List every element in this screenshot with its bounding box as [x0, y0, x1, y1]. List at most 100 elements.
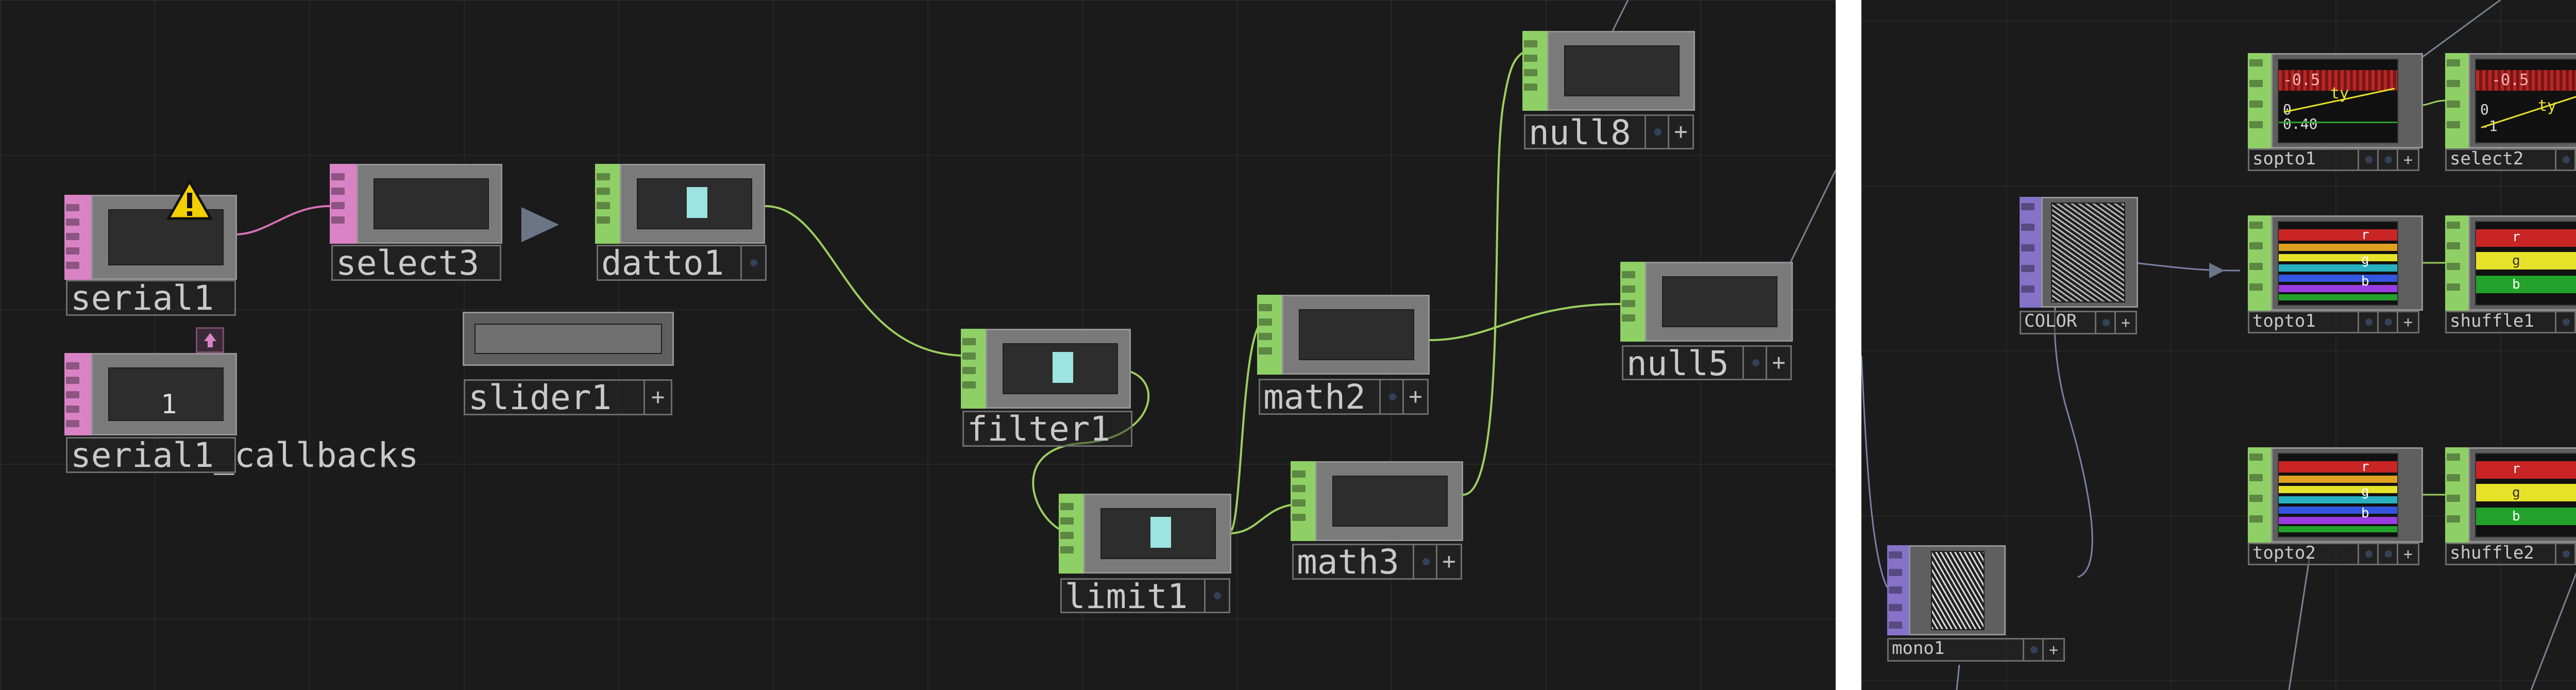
serial1-callbacks-label[interactable]: serial1_callbacks: [66, 437, 419, 473]
math3-add-button[interactable]: +: [1436, 545, 1461, 578]
topto1-viewer-toggle[interactable]: [2358, 312, 2379, 332]
wire-math3-null8[interactable]: [1463, 51, 1526, 496]
sopto1-node[interactable]: -0.5 ty 0 0.40: [2248, 53, 2423, 148]
topto2-label[interactable]: topto2 +: [2248, 543, 2419, 565]
select2-node[interactable]: -0.5 ty 0 -1: [2445, 53, 2576, 148]
wire-top-out[interactable]: [2422, 0, 2501, 58]
right-network-editor[interactable]: COLOR + mono1 + -0.5 ty 0 0.40 sopto1 + …: [1861, 0, 2576, 690]
shuffle1-viewer-toggle[interactable]: [2555, 312, 2576, 332]
mono1-add-button[interactable]: +: [2042, 639, 2063, 660]
topto1-node[interactable]: r g b: [2248, 215, 2423, 311]
topto2-viewer-toggle[interactable]: [2358, 544, 2379, 564]
wire-null5-out[interactable]: [1787, 170, 1836, 268]
left-network-editor[interactable]: serial1 1 serial1_callbacks select3 slid…: [0, 0, 1836, 690]
select3-label[interactable]: select3: [331, 245, 501, 281]
select3-node[interactable]: [330, 164, 502, 244]
topto2-node[interactable]: r g b: [2248, 447, 2423, 543]
select2-viewer-toggle[interactable]: [2555, 150, 2576, 170]
topto1-add-button[interactable]: +: [2397, 312, 2418, 332]
sopto1-add-button[interactable]: +: [2397, 150, 2418, 170]
color-label[interactable]: COLOR +: [2020, 311, 2137, 334]
select3-body: [357, 164, 502, 244]
sopto1-label[interactable]: sopto1 +: [2248, 148, 2419, 171]
slider1-track[interactable]: [474, 324, 662, 354]
serial1-name: serial1: [71, 278, 214, 318]
shuffle2-viewer-toggle[interactable]: [2555, 544, 2576, 564]
serial1-label[interactable]: serial1: [66, 280, 236, 316]
color-viewer-toggle[interactable]: [2095, 312, 2116, 333]
null8-add-button[interactable]: +: [1668, 116, 1692, 148]
sopto1-viewer-toggle[interactable]: [2358, 150, 2379, 170]
topto2-bypass-toggle[interactable]: [2377, 544, 2398, 564]
filter1-node[interactable]: [961, 329, 1131, 409]
shuffle1-name: shuffle1: [2450, 311, 2534, 331]
shuffle2-chop-flag: [2445, 447, 2468, 543]
wire-bottom-out-2[interactable]: [2530, 557, 2576, 690]
wire-color-topto1[interactable]: [2134, 262, 2241, 272]
dock-indicator-icon[interactable]: [196, 327, 224, 353]
filter1-label[interactable]: filter1: [962, 411, 1132, 447]
slider1-node[interactable]: [463, 312, 674, 366]
math2-add-button[interactable]: +: [1402, 380, 1427, 413]
topto1-label[interactable]: topto1 +: [2248, 311, 2419, 333]
slider1-label[interactable]: slider1 +: [464, 379, 672, 415]
slider1-add-button[interactable]: +: [643, 381, 671, 414]
limit1-label[interactable]: limit1: [1060, 578, 1230, 614]
null8-name: null8: [1529, 113, 1631, 153]
wire-math2-null5[interactable]: [1429, 303, 1621, 341]
wire-limit1-math3[interactable]: [1228, 504, 1291, 534]
topto1-bypass-toggle[interactable]: [2377, 312, 2398, 332]
shuffle1-node[interactable]: r g b: [2445, 215, 2576, 311]
null5-node[interactable]: [1620, 262, 1793, 342]
math3-node[interactable]: [1291, 461, 1463, 541]
wire-bottom-out[interactable]: [2288, 556, 2311, 690]
select2-label[interactable]: select2 +: [2445, 148, 2576, 171]
wire-limit1-math2[interactable]: [1230, 324, 1261, 532]
null5-add-button[interactable]: +: [1766, 347, 1790, 379]
datto1-label[interactable]: datto1: [597, 245, 767, 281]
math3-label[interactable]: math3 +: [1292, 544, 1462, 580]
null5-viewer-toggle[interactable]: [1742, 347, 1767, 379]
sopto1-value-4: 0.40: [2283, 115, 2318, 132]
limit1-viewer-toggle[interactable]: [1204, 580, 1229, 612]
serial1-node[interactable]: [64, 179, 237, 280]
math3-chop-flag: [1291, 461, 1315, 541]
datto1-body: [620, 164, 765, 244]
shuffle2-label[interactable]: shuffle2 +: [2445, 543, 2576, 565]
shuffle2-node[interactable]: r g b: [2445, 447, 2576, 543]
math2-node[interactable]: [1257, 295, 1430, 375]
mono1-viewer-toggle[interactable]: [2023, 639, 2044, 660]
limit1-node[interactable]: [1059, 494, 1231, 574]
math2-label[interactable]: math2 +: [1259, 379, 1429, 415]
mono1-body: [1909, 545, 2006, 635]
null8-body: [1547, 31, 1695, 111]
datto1-viewer-toggle[interactable]: [740, 246, 765, 279]
shuffle1-label[interactable]: shuffle1 +: [2445, 311, 2576, 333]
filter1-body: [986, 329, 1131, 409]
datto1-node[interactable]: [595, 164, 765, 244]
null5-label[interactable]: null5 +: [1622, 345, 1792, 381]
math3-viewer-toggle[interactable]: [1413, 545, 1437, 578]
null8-node[interactable]: [1522, 31, 1695, 111]
color-node[interactable]: [2020, 197, 2138, 308]
sopto1-bypass-toggle[interactable]: [2377, 150, 2398, 170]
filter1-viewer: [1003, 343, 1118, 394]
null8-viewer-toggle[interactable]: [1645, 116, 1669, 148]
math3-viewer: [1332, 476, 1448, 527]
wire-left-mono1[interactable]: [1861, 355, 1888, 588]
mono1-label[interactable]: mono1 +: [1887, 638, 2065, 662]
wire-null8-out[interactable]: [1612, 0, 1629, 31]
topto2-add-button[interactable]: +: [2397, 544, 2418, 564]
warning-icon[interactable]: [166, 179, 213, 221]
mono1-node[interactable]: [1887, 545, 2006, 635]
wire-serial1-select3[interactable]: [234, 205, 330, 235]
color-add-button[interactable]: +: [2114, 312, 2136, 333]
serial1-callbacks-node[interactable]: 1: [64, 327, 237, 435]
color-output-arrow: [2209, 263, 2225, 278]
shuffle1-chop-flag: [2445, 215, 2468, 311]
wire-mono1-down[interactable]: [1956, 664, 1960, 690]
null8-label[interactable]: null8 +: [1524, 114, 1694, 150]
math2-viewer-toggle[interactable]: [1379, 380, 1404, 413]
serial1-body: [91, 195, 237, 280]
wire-datto1-filter1[interactable]: [765, 205, 961, 357]
